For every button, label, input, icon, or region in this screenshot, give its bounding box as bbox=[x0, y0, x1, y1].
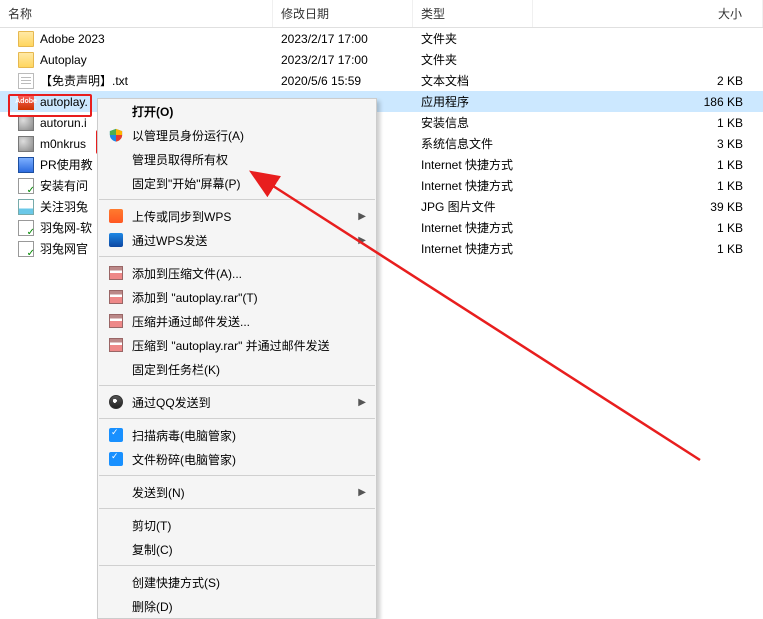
menu-shred[interactable]: 文件粉碎(电脑管家) bbox=[98, 447, 376, 471]
file-row[interactable]: Adobe 2023 2023/2/17 17:00文件夹 bbox=[0, 28, 763, 49]
header-type[interactable]: 类型 bbox=[413, 0, 533, 27]
url-icon bbox=[18, 178, 34, 194]
header-name[interactable]: 名称 bbox=[0, 0, 273, 27]
security-icon bbox=[106, 427, 126, 443]
file-size: 1 KB bbox=[533, 221, 763, 235]
file-size: 1 KB bbox=[533, 158, 763, 172]
url-icon bbox=[18, 220, 34, 236]
separator bbox=[99, 475, 375, 476]
separator bbox=[99, 256, 375, 257]
menu-add-rar[interactable]: 添加到 "autoplay.rar"(T) bbox=[98, 285, 376, 309]
file-type: Internet 快捷方式 bbox=[413, 240, 533, 257]
menu-send-to[interactable]: 发送到(N)▶ bbox=[98, 480, 376, 504]
menu-copy[interactable]: 复制(C) bbox=[98, 537, 376, 561]
file-type: 文本文档 bbox=[413, 72, 533, 89]
menu-cut[interactable]: 剪切(T) bbox=[98, 513, 376, 537]
folder-icon bbox=[18, 52, 34, 68]
rar-icon bbox=[106, 313, 126, 329]
folder-icon bbox=[18, 31, 34, 47]
adobe-icon: Adobe bbox=[18, 94, 34, 110]
file-name: PR使用教 bbox=[40, 156, 93, 173]
doc-icon bbox=[18, 157, 34, 173]
menu-pin-taskbar[interactable]: 固定到任务栏(K) bbox=[98, 357, 376, 381]
file-row[interactable]: Autoplay 2023/2/17 17:00文件夹 bbox=[0, 49, 763, 70]
file-type: 应用程序 bbox=[413, 93, 533, 110]
file-type: JPG 图片文件 bbox=[413, 198, 533, 215]
file-type: Internet 快捷方式 bbox=[413, 219, 533, 236]
menu-zip-email[interactable]: 压缩并通过邮件发送... bbox=[98, 309, 376, 333]
file-name: autoplay. bbox=[40, 95, 88, 109]
separator bbox=[99, 565, 375, 566]
file-name: 安装有问 bbox=[40, 177, 88, 194]
submenu-arrow-icon: ▶ bbox=[358, 397, 366, 408]
separator bbox=[99, 385, 375, 386]
rar-icon bbox=[106, 265, 126, 281]
menu-pin-start[interactable]: 固定到"开始"屏幕(P) bbox=[98, 171, 376, 195]
file-name: Adobe 2023 bbox=[40, 32, 105, 46]
context-menu: 打开(O) 以管理员身份运行(A) 管理员取得所有权 固定到"开始"屏幕(P) … bbox=[97, 98, 377, 619]
file-type: Internet 快捷方式 bbox=[413, 177, 533, 194]
menu-create-shortcut[interactable]: 创建快捷方式(S) bbox=[98, 570, 376, 594]
column-headers: 名称 修改日期 类型 大小 bbox=[0, 0, 763, 28]
header-size[interactable]: 大小 bbox=[533, 0, 763, 27]
separator bbox=[99, 508, 375, 509]
file-size: 1 KB bbox=[533, 242, 763, 256]
submenu-arrow-icon: ▶ bbox=[358, 235, 366, 246]
menu-take-ownership[interactable]: 管理员取得所有权 bbox=[98, 147, 376, 171]
file-date: 2023/2/17 17:00 bbox=[273, 32, 413, 46]
menu-wps-upload[interactable]: 上传或同步到WPS▶ bbox=[98, 204, 376, 228]
file-type: 文件夹 bbox=[413, 51, 533, 68]
separator bbox=[99, 418, 375, 419]
qq-icon bbox=[106, 394, 126, 410]
menu-scan[interactable]: 扫描病毒(电脑管家) bbox=[98, 423, 376, 447]
menu-add-archive[interactable]: 添加到压缩文件(A)... bbox=[98, 261, 376, 285]
shield-icon bbox=[106, 127, 126, 143]
rar-icon bbox=[106, 337, 126, 353]
txt-icon bbox=[18, 73, 34, 89]
menu-delete[interactable]: 删除(D) bbox=[98, 594, 376, 618]
security-icon bbox=[106, 451, 126, 467]
menu-run-as-admin[interactable]: 以管理员身份运行(A) bbox=[98, 123, 376, 147]
file-name: m0nkrus bbox=[40, 137, 86, 151]
menu-qq-send[interactable]: 通过QQ发送到▶ bbox=[98, 390, 376, 414]
url-icon bbox=[18, 241, 34, 257]
file-name: 【免责声明】.txt bbox=[40, 72, 128, 89]
file-size: 39 KB bbox=[533, 200, 763, 214]
file-date: 2020/5/6 15:59 bbox=[273, 74, 413, 88]
file-size: 1 KB bbox=[533, 179, 763, 193]
file-name: 羽兔网官 bbox=[40, 240, 88, 257]
file-type: 系统信息文件 bbox=[413, 135, 533, 152]
file-size: 3 KB bbox=[533, 137, 763, 151]
file-type: Internet 快捷方式 bbox=[413, 156, 533, 173]
menu-open[interactable]: 打开(O) bbox=[98, 99, 376, 123]
menu-zip-rar-email[interactable]: 压缩到 "autoplay.rar" 并通过邮件发送 bbox=[98, 333, 376, 357]
file-name: Autoplay bbox=[40, 53, 87, 67]
inf-icon bbox=[18, 115, 34, 131]
file-name: autorun.i bbox=[40, 116, 87, 130]
rar-icon bbox=[106, 289, 126, 305]
file-type: 文件夹 bbox=[413, 30, 533, 47]
submenu-arrow-icon: ▶ bbox=[358, 211, 366, 222]
file-date: 2023/2/17 17:00 bbox=[273, 53, 413, 67]
inf-icon bbox=[18, 136, 34, 152]
separator bbox=[99, 199, 375, 200]
file-name: 关注羽兔 bbox=[40, 198, 88, 215]
submenu-arrow-icon: ▶ bbox=[358, 487, 366, 498]
file-size: 186 KB bbox=[533, 95, 763, 109]
wps-icon bbox=[106, 208, 126, 224]
file-row[interactable]: 【免责声明】.txt 2020/5/6 15:59文本文档2 KB bbox=[0, 70, 763, 91]
file-type: 安装信息 bbox=[413, 114, 533, 131]
file-size: 1 KB bbox=[533, 116, 763, 130]
wps-icon bbox=[106, 232, 126, 248]
header-date[interactable]: 修改日期 bbox=[273, 0, 413, 27]
menu-wps-send[interactable]: 通过WPS发送▶ bbox=[98, 228, 376, 252]
file-name: 羽兔网-软 bbox=[40, 219, 92, 236]
file-size: 2 KB bbox=[533, 74, 763, 88]
jpg-icon bbox=[18, 199, 34, 215]
